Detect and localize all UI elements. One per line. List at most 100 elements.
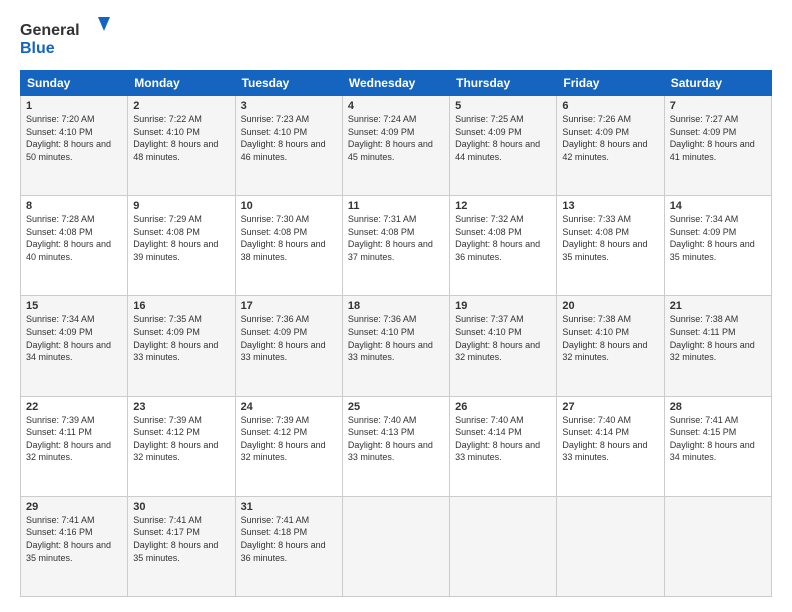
day-info: Sunrise: 7:39 AM Sunset: 4:11 PM Dayligh…: [26, 414, 122, 464]
calendar-cell: [342, 496, 449, 596]
day-header-wednesday: Wednesday: [342, 71, 449, 96]
day-info: Sunrise: 7:36 AM Sunset: 4:10 PM Dayligh…: [348, 313, 444, 363]
calendar-week-3: 15 Sunrise: 7:34 AM Sunset: 4:09 PM Dayl…: [21, 296, 772, 396]
day-number: 30: [133, 501, 229, 513]
calendar-cell: [557, 496, 664, 596]
day-header-sunday: Sunday: [21, 71, 128, 96]
day-number: 10: [241, 200, 337, 212]
calendar-cell: 13 Sunrise: 7:33 AM Sunset: 4:08 PM Dayl…: [557, 196, 664, 296]
day-info: Sunrise: 7:25 AM Sunset: 4:09 PM Dayligh…: [455, 113, 551, 163]
calendar-cell: 9 Sunrise: 7:29 AM Sunset: 4:08 PM Dayli…: [128, 196, 235, 296]
day-info: Sunrise: 7:29 AM Sunset: 4:08 PM Dayligh…: [133, 213, 229, 263]
calendar-cell: 3 Sunrise: 7:23 AM Sunset: 4:10 PM Dayli…: [235, 96, 342, 196]
calendar-cell: 4 Sunrise: 7:24 AM Sunset: 4:09 PM Dayli…: [342, 96, 449, 196]
calendar-cell: 10 Sunrise: 7:30 AM Sunset: 4:08 PM Dayl…: [235, 196, 342, 296]
day-info: Sunrise: 7:22 AM Sunset: 4:10 PM Dayligh…: [133, 113, 229, 163]
day-info: Sunrise: 7:40 AM Sunset: 4:13 PM Dayligh…: [348, 414, 444, 464]
calendar-cell: 16 Sunrise: 7:35 AM Sunset: 4:09 PM Dayl…: [128, 296, 235, 396]
day-number: 25: [348, 401, 444, 413]
day-info: Sunrise: 7:27 AM Sunset: 4:09 PM Dayligh…: [670, 113, 766, 163]
day-number: 17: [241, 300, 337, 312]
day-number: 11: [348, 200, 444, 212]
day-info: Sunrise: 7:39 AM Sunset: 4:12 PM Dayligh…: [133, 414, 229, 464]
day-number: 12: [455, 200, 551, 212]
calendar-cell: 12 Sunrise: 7:32 AM Sunset: 4:08 PM Dayl…: [450, 196, 557, 296]
day-header-friday: Friday: [557, 71, 664, 96]
day-info: Sunrise: 7:38 AM Sunset: 4:10 PM Dayligh…: [562, 313, 658, 363]
svg-text:Blue: Blue: [20, 40, 55, 57]
calendar-week-4: 22 Sunrise: 7:39 AM Sunset: 4:11 PM Dayl…: [21, 396, 772, 496]
day-number: 2: [133, 100, 229, 112]
day-number: 29: [26, 501, 122, 513]
day-number: 28: [670, 401, 766, 413]
day-number: 7: [670, 100, 766, 112]
day-number: 22: [26, 401, 122, 413]
day-info: Sunrise: 7:28 AM Sunset: 4:08 PM Dayligh…: [26, 213, 122, 263]
day-number: 31: [241, 501, 337, 513]
calendar-cell: 31 Sunrise: 7:41 AM Sunset: 4:18 PM Dayl…: [235, 496, 342, 596]
calendar-cell: 5 Sunrise: 7:25 AM Sunset: 4:09 PM Dayli…: [450, 96, 557, 196]
calendar-cell: 14 Sunrise: 7:34 AM Sunset: 4:09 PM Dayl…: [664, 196, 771, 296]
day-number: 18: [348, 300, 444, 312]
day-info: Sunrise: 7:23 AM Sunset: 4:10 PM Dayligh…: [241, 113, 337, 163]
day-info: Sunrise: 7:41 AM Sunset: 4:15 PM Dayligh…: [670, 414, 766, 464]
calendar-cell: 19 Sunrise: 7:37 AM Sunset: 4:10 PM Dayl…: [450, 296, 557, 396]
day-info: Sunrise: 7:33 AM Sunset: 4:08 PM Dayligh…: [562, 213, 658, 263]
day-header-saturday: Saturday: [664, 71, 771, 96]
calendar-cell: 23 Sunrise: 7:39 AM Sunset: 4:12 PM Dayl…: [128, 396, 235, 496]
day-info: Sunrise: 7:41 AM Sunset: 4:18 PM Dayligh…: [241, 514, 337, 564]
day-info: Sunrise: 7:37 AM Sunset: 4:10 PM Dayligh…: [455, 313, 551, 363]
day-info: Sunrise: 7:26 AM Sunset: 4:09 PM Dayligh…: [562, 113, 658, 163]
calendar-header-row: SundayMondayTuesdayWednesdayThursdayFrid…: [21, 71, 772, 96]
day-info: Sunrise: 7:41 AM Sunset: 4:16 PM Dayligh…: [26, 514, 122, 564]
calendar-cell: 30 Sunrise: 7:41 AM Sunset: 4:17 PM Dayl…: [128, 496, 235, 596]
day-number: 13: [562, 200, 658, 212]
day-header-monday: Monday: [128, 71, 235, 96]
day-number: 4: [348, 100, 444, 112]
svg-text:General: General: [20, 22, 80, 39]
calendar-cell: 20 Sunrise: 7:38 AM Sunset: 4:10 PM Dayl…: [557, 296, 664, 396]
day-number: 8: [26, 200, 122, 212]
day-number: 9: [133, 200, 229, 212]
calendar-cell: 11 Sunrise: 7:31 AM Sunset: 4:08 PM Dayl…: [342, 196, 449, 296]
calendar-cell: 26 Sunrise: 7:40 AM Sunset: 4:14 PM Dayl…: [450, 396, 557, 496]
day-info: Sunrise: 7:40 AM Sunset: 4:14 PM Dayligh…: [562, 414, 658, 464]
calendar-cell: [450, 496, 557, 596]
header: General Blue: [20, 15, 772, 60]
day-header-thursday: Thursday: [450, 71, 557, 96]
day-number: 1: [26, 100, 122, 112]
day-info: Sunrise: 7:35 AM Sunset: 4:09 PM Dayligh…: [133, 313, 229, 363]
day-info: Sunrise: 7:38 AM Sunset: 4:11 PM Dayligh…: [670, 313, 766, 363]
calendar-cell: 15 Sunrise: 7:34 AM Sunset: 4:09 PM Dayl…: [21, 296, 128, 396]
calendar-cell: 7 Sunrise: 7:27 AM Sunset: 4:09 PM Dayli…: [664, 96, 771, 196]
day-info: Sunrise: 7:34 AM Sunset: 4:09 PM Dayligh…: [670, 213, 766, 263]
logo: General Blue: [20, 15, 110, 60]
day-header-tuesday: Tuesday: [235, 71, 342, 96]
day-info: Sunrise: 7:20 AM Sunset: 4:10 PM Dayligh…: [26, 113, 122, 163]
day-info: Sunrise: 7:34 AM Sunset: 4:09 PM Dayligh…: [26, 313, 122, 363]
day-number: 19: [455, 300, 551, 312]
day-number: 24: [241, 401, 337, 413]
day-info: Sunrise: 7:40 AM Sunset: 4:14 PM Dayligh…: [455, 414, 551, 464]
calendar-cell: 1 Sunrise: 7:20 AM Sunset: 4:10 PM Dayli…: [21, 96, 128, 196]
calendar-cell: 22 Sunrise: 7:39 AM Sunset: 4:11 PM Dayl…: [21, 396, 128, 496]
calendar-cell: 17 Sunrise: 7:36 AM Sunset: 4:09 PM Dayl…: [235, 296, 342, 396]
calendar-cell: 8 Sunrise: 7:28 AM Sunset: 4:08 PM Dayli…: [21, 196, 128, 296]
day-number: 20: [562, 300, 658, 312]
day-number: 5: [455, 100, 551, 112]
day-info: Sunrise: 7:30 AM Sunset: 4:08 PM Dayligh…: [241, 213, 337, 263]
calendar-cell: 6 Sunrise: 7:26 AM Sunset: 4:09 PM Dayli…: [557, 96, 664, 196]
day-number: 26: [455, 401, 551, 413]
day-info: Sunrise: 7:39 AM Sunset: 4:12 PM Dayligh…: [241, 414, 337, 464]
calendar-week-2: 8 Sunrise: 7:28 AM Sunset: 4:08 PM Dayli…: [21, 196, 772, 296]
day-number: 6: [562, 100, 658, 112]
day-number: 23: [133, 401, 229, 413]
day-number: 27: [562, 401, 658, 413]
calendar-cell: 25 Sunrise: 7:40 AM Sunset: 4:13 PM Dayl…: [342, 396, 449, 496]
calendar-cell: [664, 496, 771, 596]
day-number: 21: [670, 300, 766, 312]
calendar-cell: 29 Sunrise: 7:41 AM Sunset: 4:16 PM Dayl…: [21, 496, 128, 596]
calendar-cell: 28 Sunrise: 7:41 AM Sunset: 4:15 PM Dayl…: [664, 396, 771, 496]
calendar-table: SundayMondayTuesdayWednesdayThursdayFrid…: [20, 70, 772, 597]
day-info: Sunrise: 7:36 AM Sunset: 4:09 PM Dayligh…: [241, 313, 337, 363]
